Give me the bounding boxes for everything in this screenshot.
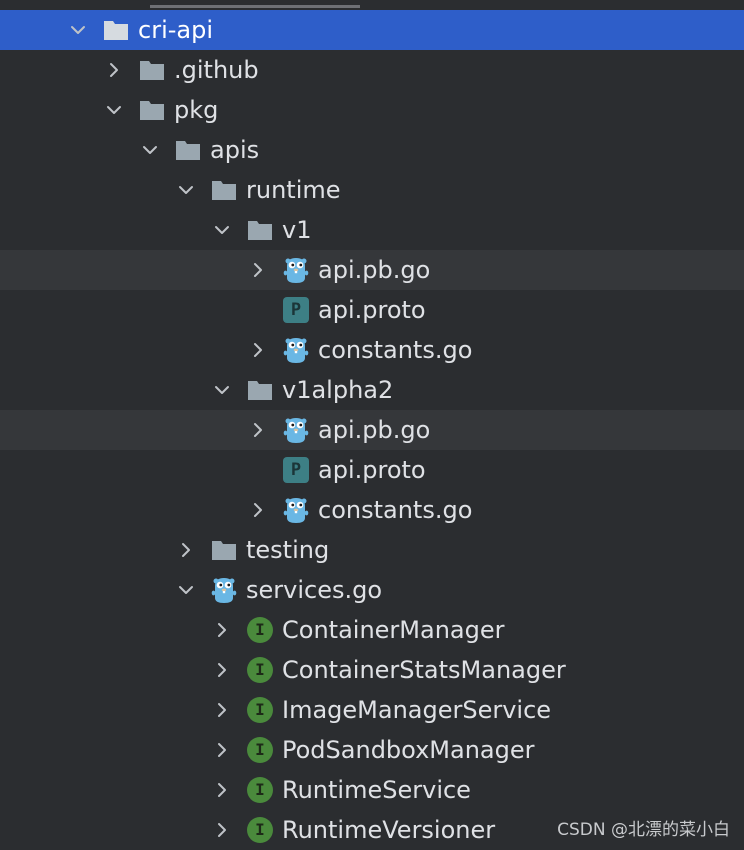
interface-icon: I [246, 656, 274, 684]
tree-row[interactable]: Papi.proto [0, 290, 744, 330]
interface-icon: I [246, 696, 274, 724]
interface-badge: I [247, 617, 273, 643]
tree-row[interactable]: I RuntimeService [0, 770, 744, 810]
chevron-right-icon[interactable] [210, 810, 234, 850]
chevron-placeholder [246, 450, 270, 490]
proto-file-icon: P [282, 456, 310, 484]
tree-item-label: cri-api [138, 16, 213, 44]
proto-file-icon: P [282, 296, 310, 324]
chevron-down-icon[interactable] [102, 90, 126, 130]
interface-icon: I [246, 736, 274, 764]
tree-row[interactable]: v1alpha2 [0, 370, 744, 410]
tree-row[interactable]: I ContainerStatsManager [0, 650, 744, 690]
folder-icon [246, 376, 274, 404]
tree-row[interactable]: api.pb.go [0, 250, 744, 290]
chevron-down-icon[interactable] [138, 130, 162, 170]
chevron-right-icon[interactable] [210, 690, 234, 730]
watermark: CSDN @北漂的菜小白 [557, 820, 730, 840]
tree-item-label: RuntimeService [282, 776, 471, 804]
chevron-down-icon[interactable] [66, 10, 90, 50]
tree-item-label: runtime [246, 176, 341, 204]
folder-icon [138, 56, 166, 84]
tree-item-label: v1alpha2 [282, 376, 394, 404]
proto-badge: P [283, 457, 309, 483]
tree-row[interactable]: .github [0, 50, 744, 90]
tree-item-label: ContainerManager [282, 616, 505, 644]
go-gopher-icon [210, 576, 238, 604]
tree-item-label: .github [174, 56, 259, 84]
tree-item-label: pkg [174, 96, 219, 124]
folder-icon [102, 16, 130, 44]
tree-item-label: apis [210, 136, 260, 164]
chevron-down-icon[interactable] [174, 570, 198, 610]
tree-item-label: services.go [246, 576, 383, 604]
chevron-right-icon[interactable] [102, 50, 126, 90]
chevron-right-icon[interactable] [210, 610, 234, 650]
top-partial-row [0, 0, 744, 10]
chevron-right-icon[interactable] [210, 730, 234, 770]
tree-row[interactable]: constants.go [0, 330, 744, 370]
interface-icon: I [246, 616, 274, 644]
interface-badge: I [247, 657, 273, 683]
folder-icon [210, 536, 238, 564]
folder-icon [246, 216, 274, 244]
tree-row[interactable]: pkg [0, 90, 744, 130]
tree-item-label: v1 [282, 216, 312, 244]
interface-badge: I [247, 737, 273, 763]
tree-item-label: PodSandboxManager [282, 736, 535, 764]
tree-item-label: RuntimeVersioner [282, 816, 496, 844]
tree-item-label: api.pb.go [318, 256, 431, 284]
tree-item-label: testing [246, 536, 330, 564]
chevron-down-icon[interactable] [174, 170, 198, 210]
tree-row[interactable]: testing [0, 530, 744, 570]
go-gopher-icon [282, 256, 310, 284]
tree-item-label: ImageManagerService [282, 696, 552, 724]
tree-row[interactable]: runtime [0, 170, 744, 210]
tree-row[interactable]: v1 [0, 210, 744, 250]
tree-item-label: ContainerStatsManager [282, 656, 566, 684]
tree-row[interactable]: Papi.proto [0, 450, 744, 490]
chevron-right-icon[interactable] [246, 250, 270, 290]
chevron-right-icon[interactable] [210, 770, 234, 810]
chevron-right-icon[interactable] [210, 650, 234, 690]
interface-badge: I [247, 817, 273, 843]
tree-row[interactable]: services.go [0, 570, 744, 610]
tree-row[interactable]: api.pb.go [0, 410, 744, 450]
tree-item-label: constants.go [318, 336, 473, 364]
chevron-placeholder [246, 290, 270, 330]
go-gopher-icon [282, 496, 310, 524]
interface-badge: I [247, 777, 273, 803]
folder-icon [210, 176, 238, 204]
folder-icon [138, 96, 166, 124]
chevron-right-icon[interactable] [246, 330, 270, 370]
go-gopher-icon [282, 416, 310, 444]
chevron-right-icon[interactable] [174, 530, 198, 570]
tree-item-label: api.pb.go [318, 416, 431, 444]
chevron-right-icon[interactable] [246, 410, 270, 450]
tree-row[interactable]: I ContainerManager [0, 610, 744, 650]
interface-icon: I [246, 776, 274, 804]
tree-row[interactable]: constants.go [0, 490, 744, 530]
tree-item-label: api.proto [318, 296, 426, 324]
chevron-down-icon[interactable] [210, 370, 234, 410]
interface-icon: I [246, 816, 274, 844]
tree-row[interactable]: I PodSandboxManager [0, 730, 744, 770]
tree-row[interactable]: I ImageManagerService [0, 690, 744, 730]
chevron-down-icon[interactable] [210, 210, 234, 250]
tree-row[interactable]: apis [0, 130, 744, 170]
tree-row[interactable]: cri-api [0, 10, 744, 50]
go-gopher-icon [282, 336, 310, 364]
proto-badge: P [283, 297, 309, 323]
tree-item-label: api.proto [318, 456, 426, 484]
chevron-right-icon[interactable] [246, 490, 270, 530]
interface-badge: I [247, 697, 273, 723]
folder-icon [174, 136, 202, 164]
tree-item-label: constants.go [318, 496, 473, 524]
